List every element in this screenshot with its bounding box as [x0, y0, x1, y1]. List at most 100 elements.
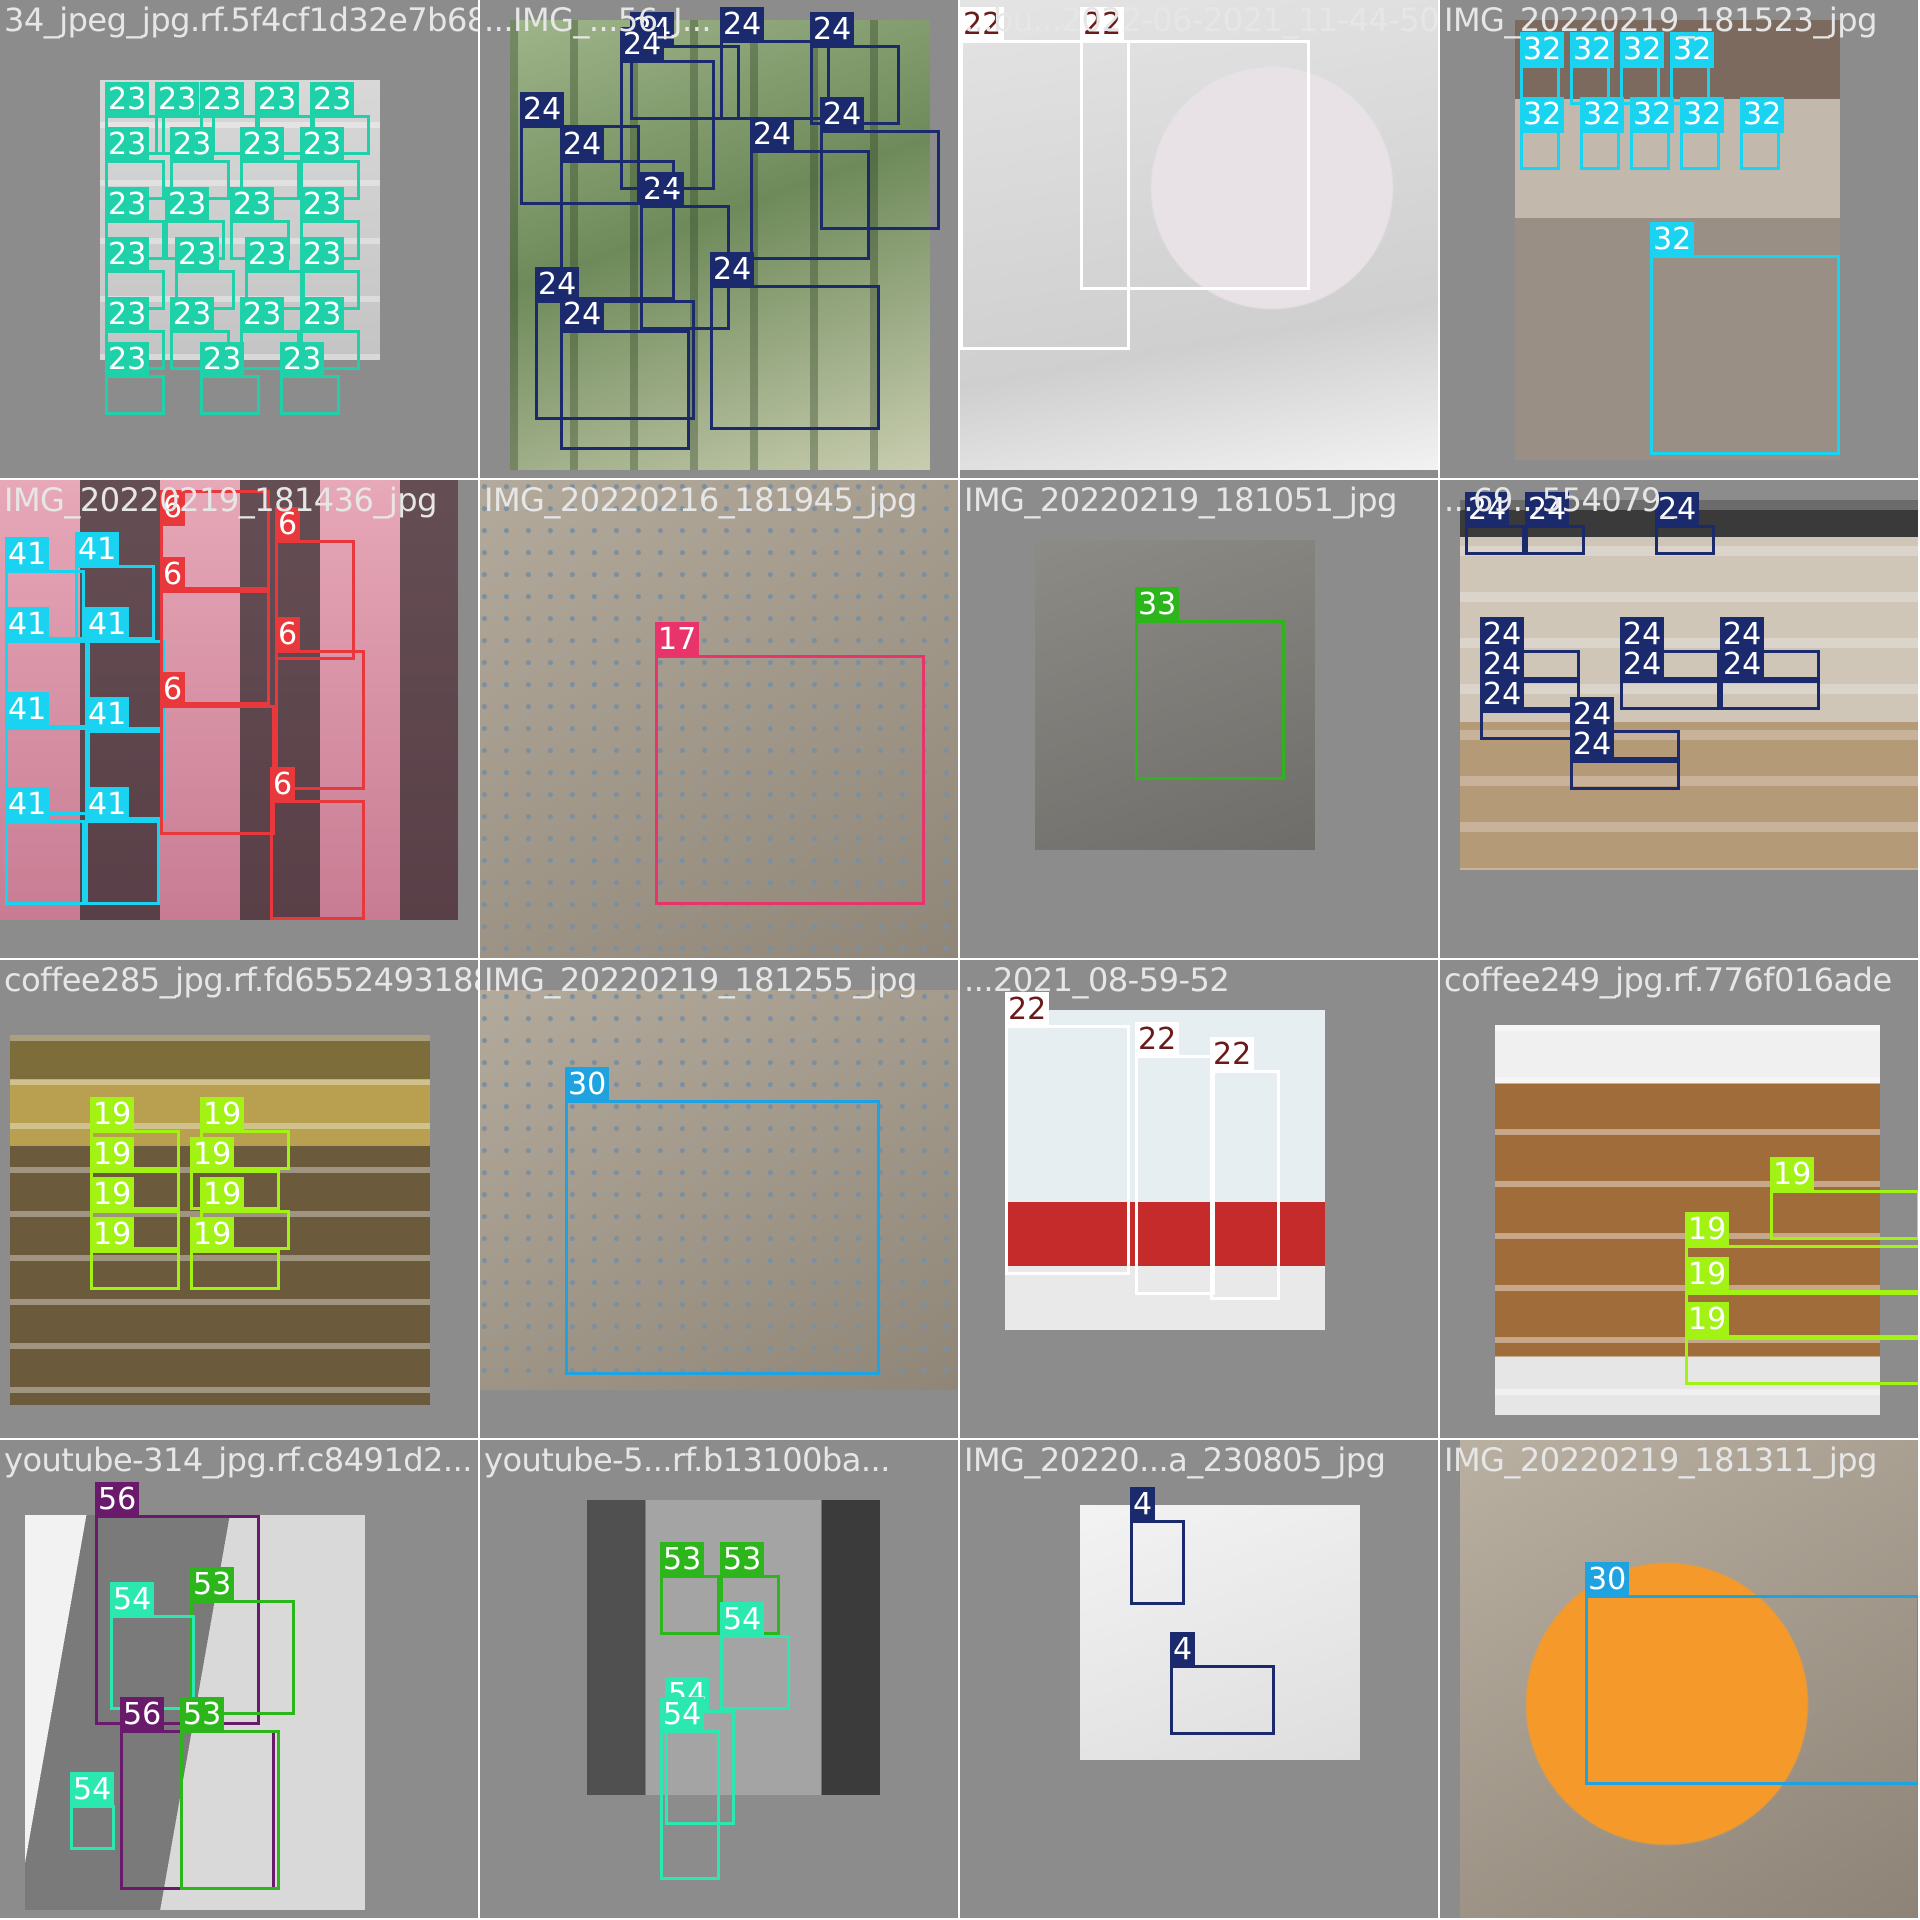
detection-label: 24 [560, 127, 605, 163]
detection-label: 54 [660, 1697, 705, 1733]
tile-filename: coffee249_jpg.rf.776f016ade [1444, 961, 1892, 999]
detection-label: 54 [70, 1772, 115, 1808]
detection-label: 32 [1620, 32, 1665, 68]
detection-box: 24 [560, 297, 690, 450]
detection-box: 4 [1170, 1632, 1275, 1735]
detection-label: 23 [255, 82, 300, 118]
detection-label: 41 [5, 692, 50, 728]
mosaic-tile: ...2021_08-59-52 22 22 22 [960, 960, 1438, 1438]
detection-label: 23 [170, 127, 215, 163]
detection-label: 23 [300, 187, 345, 223]
detection-box: 54 [720, 1602, 790, 1710]
detection-box: 32 [1650, 222, 1840, 455]
tile-filename: IMG_20220219_181051_jpg [964, 481, 1397, 519]
detection-box: 32 [1740, 97, 1785, 170]
detection-label: 19 [1770, 1157, 1815, 1193]
detection-mosaic: 34_jpeg_jpg.rf.5f4cf1d32e7b68e...2323232… [0, 0, 1920, 1920]
mosaic-tile: ...69...554079_ 24 24 24 24 24 24 24 24 24 24 24 24 [1440, 480, 1918, 958]
detection-box: 24 [1720, 647, 1820, 710]
detection-label: 24 [560, 297, 605, 333]
detection-box: 53 [180, 1697, 280, 1890]
detection-box: 24 [710, 252, 880, 430]
detection-label: 6 [275, 507, 301, 543]
detection-label: 24 [1525, 492, 1570, 528]
detection-box: 41 [5, 787, 85, 905]
detection-label: 22 [1210, 1037, 1255, 1073]
mosaic-tile: youtube-314_jpg.rf.c8491d2... 56 53 54 56 53 5… [0, 1440, 478, 1918]
detection-label: 19 [190, 1217, 235, 1253]
detection-label: 24 [810, 12, 855, 48]
detection-label: 6 [160, 490, 186, 526]
detection-label: 41 [85, 787, 130, 823]
tile-filename: coffee285_jpg.rf.fd6552493188... [4, 961, 478, 999]
detection-box: 24 [1655, 492, 1715, 555]
detection-label: 19 [90, 1097, 135, 1133]
tile-filename: youtube-5...rf.b13100ba... [484, 1441, 890, 1479]
detection-label: 54 [110, 1582, 155, 1618]
detection-label: 23 [240, 127, 285, 163]
detection-label: 32 [1580, 97, 1625, 133]
detection-label: 30 [565, 1067, 610, 1103]
detection-box: 24 [820, 97, 940, 230]
detection-label: 24 [1720, 647, 1765, 683]
detection-label: 23 [300, 297, 345, 333]
detection-label: 22 [1135, 1022, 1180, 1058]
detection-label: 24 [710, 252, 755, 288]
detection-label: 23 [230, 187, 275, 223]
detection-box: 32 [1680, 97, 1725, 170]
detection-label: 23 [105, 127, 150, 163]
detection-box: 54 [110, 1582, 195, 1710]
detection-label: 23 [170, 297, 215, 333]
detection-label: 4 [1170, 1632, 1196, 1668]
detection-label: 24 [1465, 492, 1510, 528]
detection-box: 24 [1620, 647, 1720, 710]
detection-label: 24 [620, 27, 665, 63]
detection-label: 41 [5, 607, 50, 643]
detection-label: 4 [1130, 1487, 1156, 1523]
detection-box: 24 [620, 27, 715, 190]
detection-label: 24 [520, 92, 565, 128]
detection-label: 23 [105, 187, 150, 223]
detection-label: 56 [120, 1697, 165, 1733]
detection-label: 19 [1685, 1302, 1730, 1338]
detection-label: 23 [300, 237, 345, 273]
detection-label: 6 [160, 557, 186, 593]
detection-label: 32 [1520, 32, 1565, 68]
detection-label: 24 [1620, 647, 1665, 683]
tile-filename: ...2021_08-59-52 [964, 961, 1230, 999]
detection-box: 22 [1005, 992, 1130, 1275]
detection-label: 23 [245, 237, 290, 273]
detection-label: 53 [660, 1542, 705, 1578]
detection-label: 6 [160, 672, 186, 708]
detection-label: 24 [1480, 677, 1525, 713]
detection-box: 24 [1570, 727, 1680, 790]
detection-label: 53 [720, 1542, 765, 1578]
detection-label: 41 [5, 787, 50, 823]
detection-box: 30 [565, 1067, 880, 1375]
mosaic-tile: 34_jpeg_jpg.rf.5f4cf1d32e7b68e...2323232… [0, 0, 478, 478]
detection-box: 4 [1130, 1487, 1185, 1605]
detection-label: 24 [720, 7, 765, 43]
detection-box: 17 [655, 622, 925, 905]
detection-label: 22 [1005, 992, 1050, 1028]
detection-label: 41 [5, 537, 50, 573]
detection-label: 53 [180, 1697, 225, 1733]
detection-label: 30 [1585, 1562, 1630, 1598]
detection-box: 23 [280, 342, 340, 415]
detection-box: 19 [1685, 1302, 1918, 1385]
detection-box: 22 [1210, 1037, 1280, 1300]
detection-label: 17 [655, 622, 700, 658]
detection-label: 19 [1685, 1257, 1730, 1293]
mosaic-tile: IMG_20220219_181523_jpg 32 32 32 32 32 32 32 32 3… [1440, 0, 1918, 478]
detection-box: 33 [1135, 587, 1285, 780]
detection-label: 24 [750, 117, 795, 153]
detection-label: 53 [190, 1567, 235, 1603]
detection-label: 23 [280, 342, 325, 378]
mosaic-tile: IMG_20220219_181436_jpg 41 41 41 41 41 41 41 41 6… [0, 480, 478, 958]
detection-label: 6 [275, 617, 301, 653]
tile-filename: IMG_20220...a_230805_jpg [964, 1441, 1386, 1479]
detection-label: 56 [95, 1482, 140, 1518]
mosaic-tile: IMG_20220...a_230805_jpg 4 4 [960, 1440, 1438, 1918]
detection-box: 54 [660, 1697, 720, 1880]
detection-label: 41 [85, 607, 130, 643]
